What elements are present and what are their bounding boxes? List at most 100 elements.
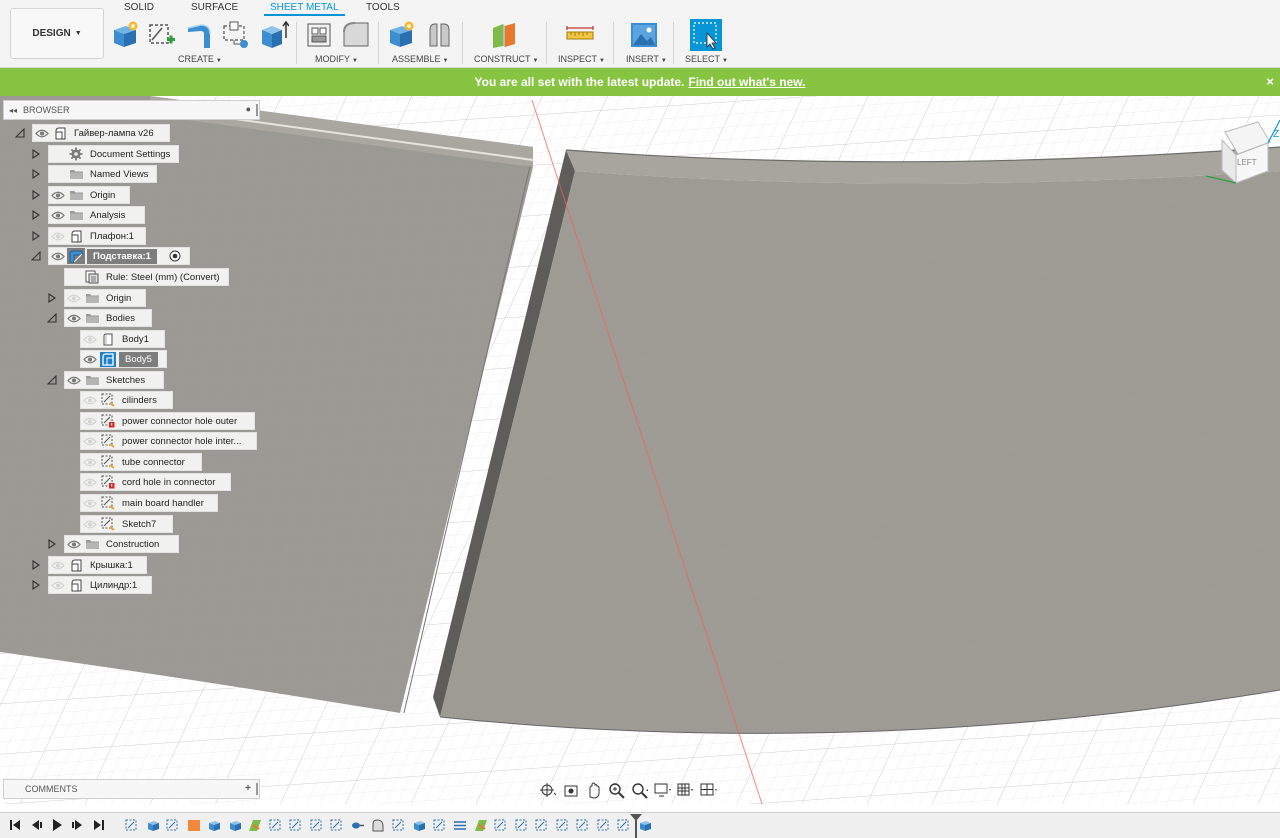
select-icon[interactable] [690,19,722,51]
browser-node[interactable]: Rule: Steel (mm) (Convert) [64,268,229,286]
visibility-eye-icon[interactable] [49,248,67,264]
browser-node[interactable]: cilinders [80,391,173,409]
canvas-viewport[interactable]: LEFT Z [0,96,1280,804]
visibility-eye-icon[interactable] [81,474,99,490]
play-icon[interactable] [50,818,64,832]
timeline-feature-icon[interactable] [576,819,590,832]
visibility-eye-icon[interactable] [65,290,83,306]
timeline-marker-icon[interactable] [629,813,643,838]
step-back-icon[interactable] [29,818,43,832]
active-component-radio-icon[interactable] [168,250,181,262]
offset-plane-icon[interactable] [489,20,519,50]
panel-grip-icon[interactable] [256,783,258,795]
browser-node[interactable]: Origin [64,289,146,307]
unfold-icon[interactable] [304,20,334,50]
browser-node[interactable]: tube connector [80,453,202,471]
comments-panel[interactable]: COMMENTS + [3,779,260,799]
timeline-feature-icon[interactable] [269,819,283,832]
collapse-arrow-icon[interactable] [47,313,57,323]
browser-node[interactable]: power connector hole inter... [80,432,257,450]
assemble-new-component-icon[interactable] [386,20,416,50]
browser-node[interactable]: Construction [64,535,179,553]
visibility-eye-icon[interactable] [65,372,83,388]
fit-icon[interactable] [630,781,650,799]
visibility-eye-icon[interactable] [49,577,67,593]
timeline-feature-icon[interactable] [392,819,406,832]
timeline-feature-icon[interactable] [453,819,467,832]
inspect-menu[interactable]: INSPECT ▼ [558,54,605,64]
browser-node[interactable]: Плафон:1 [48,227,146,245]
browser-node[interactable]: Цилиндр:1 [48,576,152,594]
pan-icon[interactable] [584,781,604,799]
go-to-start-icon[interactable] [8,818,22,832]
timeline-feature-icon[interactable] [125,819,139,832]
browser-node[interactable]: Named Views [48,165,158,183]
workspace-switcher[interactable]: DESIGN ▼ [10,8,104,59]
modify-menu[interactable]: MODIFY ▼ [315,54,358,64]
timeline-feature-icon[interactable] [371,819,385,832]
browser-header[interactable]: ◂◂ BROWSER ● [3,100,260,120]
visibility-eye-icon[interactable] [81,454,99,470]
extrude-icon[interactable] [259,20,289,50]
browser-node[interactable]: Analysis [48,206,145,224]
assemble-menu[interactable]: ASSEMBLE ▼ [392,54,448,64]
collapse-arrow-icon[interactable] [15,128,25,138]
visibility-eye-icon[interactable] [65,310,83,326]
visibility-eye-icon[interactable] [81,351,99,367]
display-settings-icon[interactable] [653,781,673,799]
step-forward-icon[interactable] [71,818,85,832]
timeline-feature-icon[interactable] [515,819,529,832]
timeline-feature-icon[interactable] [556,819,570,832]
panel-grip-icon[interactable] [256,104,258,116]
visibility-eye-icon[interactable] [81,495,99,511]
expand-arrow-icon[interactable] [31,231,41,241]
add-comment-icon[interactable]: + [245,783,251,794]
browser-node[interactable]: Body1 [80,330,165,348]
visibility-eye-icon[interactable] [81,433,99,449]
body-right[interactable] [433,146,1280,734]
browser-node[interactable]: Bodies [64,309,152,327]
visibility-eye-icon[interactable] [33,125,51,141]
insert-image-icon[interactable] [629,20,659,50]
look-at-icon[interactable] [561,781,581,799]
browser-node[interactable]: Document Settings [48,145,180,163]
minimize-icon[interactable]: ● [246,104,251,114]
tab-solid[interactable]: SOLID [124,2,154,16]
joint-icon[interactable] [424,20,454,50]
browser-node[interactable]: main board handler [80,494,218,512]
browser-node[interactable]: power connector hole outer [80,412,255,430]
browser-node[interactable]: Origin [48,186,130,204]
new-component-icon[interactable] [110,20,140,50]
measure-icon[interactable] [565,20,595,50]
timeline-feature-icon[interactable] [494,819,508,832]
timeline-feature-icon[interactable] [412,819,426,832]
visibility-eye-icon[interactable] [65,536,83,552]
timeline-feature-icon[interactable] [228,819,242,832]
expand-arrow-icon[interactable] [31,190,41,200]
timeline-feature-icon[interactable] [535,819,549,832]
viewports-icon[interactable] [699,781,719,799]
browser-node[interactable]: Sketch7 [80,515,173,533]
timeline-feature-icon[interactable] [433,819,447,832]
timeline-feature-icon[interactable] [146,819,160,832]
expand-arrow-icon[interactable] [31,149,41,159]
insert-menu[interactable]: INSERT ▼ [626,54,667,64]
timeline-feature-icon[interactable] [330,819,344,832]
convert-to-sheet-metal-icon[interactable] [222,20,252,50]
browser-node[interactable]: Крышка:1 [48,556,147,574]
visibility-eye-icon[interactable] [81,516,99,532]
create-menu[interactable]: CREATE ▼ [178,54,222,64]
select-menu[interactable]: SELECT ▼ [685,54,728,64]
create-sketch-icon[interactable] [147,20,177,50]
visibility-eye-icon[interactable] [49,187,67,203]
grid-settings-icon[interactable] [676,781,696,799]
timeline-feature-icon[interactable] [248,819,262,832]
whats-new-link[interactable]: Find out what's new. [688,75,805,89]
timeline-feature-icon[interactable] [310,819,324,832]
tab-sheet-metal[interactable]: SHEET METAL [264,2,345,16]
timeline-feature-icon[interactable] [289,819,303,832]
timeline-feature-icon[interactable] [207,819,221,832]
visibility-eye-icon[interactable] [49,228,67,244]
expand-arrow-icon[interactable] [31,580,41,590]
go-to-end-icon[interactable] [92,818,106,832]
